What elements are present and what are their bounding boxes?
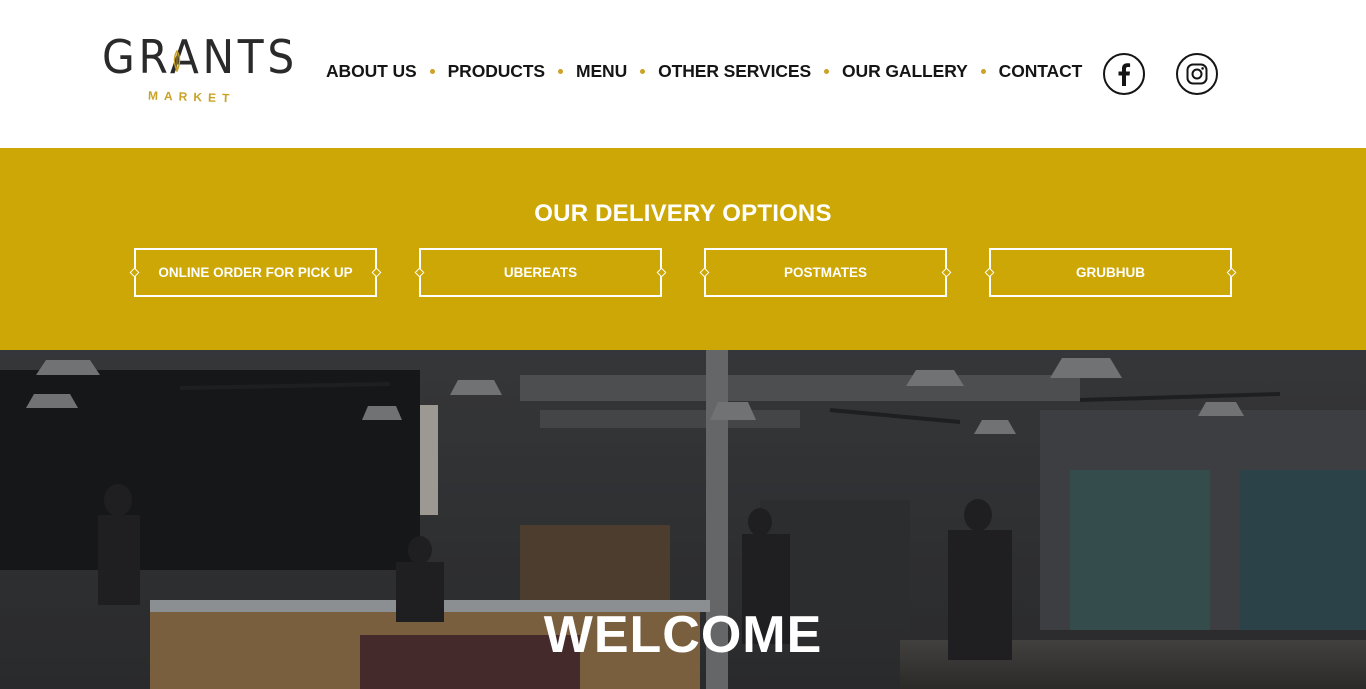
main-nav: ABOUT US PRODUCTS MENU OTHER SERVICES OU… [326, 58, 1082, 84]
nav-contact[interactable]: CONTACT [999, 61, 1083, 82]
delivery-options-section: OUR DELIVERY OPTIONS ONLINE ORDER FOR PI… [0, 148, 1366, 350]
grubhub-button[interactable]: GRUBHUB [984, 248, 1237, 297]
diamond-ornament [371, 267, 382, 278]
diamond-ornament [699, 267, 710, 278]
hero-title: WELCOME [543, 606, 823, 664]
logo-wordmark: GRANTS [102, 30, 298, 84]
diamond-ornament [984, 267, 995, 278]
grubhub-label: GRUBHUB [1076, 265, 1145, 280]
diamond-ornament [414, 267, 425, 278]
instagram-link[interactable] [1176, 53, 1218, 95]
nav-our-gallery[interactable]: OUR GALLERY [842, 61, 968, 82]
logo-subtitle: MARKET [147, 88, 236, 106]
nav-separator [429, 68, 435, 74]
delivery-title: OUR DELIVERY OPTIONS [534, 200, 832, 227]
ubereats-label: UBEREATS [503, 265, 578, 280]
logo[interactable]: GRANTS MARKET [100, 34, 294, 108]
nav-separator [558, 68, 563, 74]
postmates-button[interactable]: POSTMATES [699, 248, 952, 297]
diamond-ornament [1226, 267, 1237, 278]
diamond-ornament [941, 267, 952, 278]
facebook-link[interactable] [1103, 53, 1145, 95]
instagram-icon [1186, 63, 1208, 85]
postmates-label: POSTMATES [783, 265, 867, 280]
nav-other-services[interactable]: OTHER SERVICES [658, 61, 811, 82]
diamond-ornament [129, 267, 140, 278]
facebook-icon [1118, 63, 1131, 86]
nav-separator [640, 68, 646, 74]
nav-separator [980, 68, 986, 74]
site-header: GRANTS MARKET ABOUT US PRODUCTS MENU OTH… [0, 0, 1366, 148]
diamond-ornament [656, 267, 667, 278]
nav-separator [824, 68, 830, 74]
nav-about-us[interactable]: ABOUT US [326, 61, 417, 82]
hero-section: WELCOME [0, 350, 1366, 689]
wheat-leaf-icon [173, 50, 181, 72]
ubereats-button[interactable]: UBEREATS [414, 248, 667, 297]
nav-products[interactable]: PRODUCTS [448, 61, 546, 82]
online-order-label: ONLINE ORDER FOR PICK UP [158, 265, 353, 280]
nav-menu[interactable]: MENU [576, 61, 627, 82]
online-order-button[interactable]: ONLINE ORDER FOR PICK UP [129, 248, 382, 297]
